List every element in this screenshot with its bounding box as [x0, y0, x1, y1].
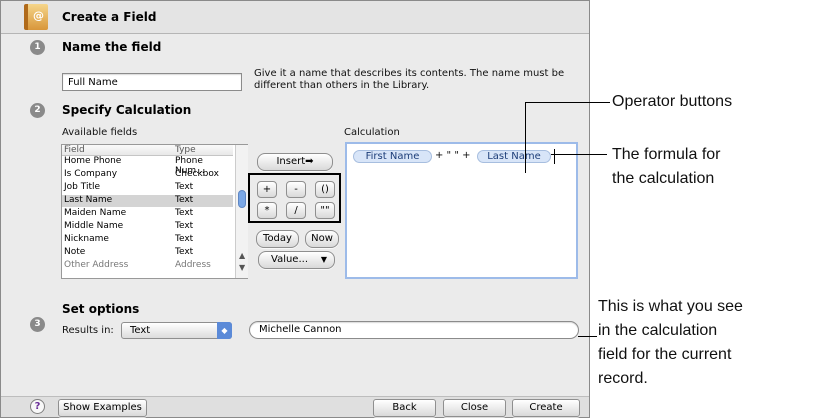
fields-scrollbar[interactable]: ▲ ▼	[235, 145, 248, 278]
type-column-header: Type	[175, 145, 196, 155]
specify-calculation-heading: Specify Calculation	[62, 103, 192, 117]
available-fields-label: Available fields	[62, 127, 138, 138]
field-name-cell: Last Name	[64, 195, 113, 205]
select-arrow-icon: ◆	[217, 322, 232, 339]
field-row-middle-name[interactable]: Middle Name Text	[62, 221, 233, 233]
close-button[interactable]: Close	[443, 399, 506, 417]
field-row-other-address[interactable]: Other Address Address	[62, 260, 233, 272]
field-row-home-phone[interactable]: Home Phone Phone Num...	[62, 156, 233, 176]
field-name-cell: Maiden Name	[64, 208, 127, 218]
field-name-cell: Other Address	[64, 260, 129, 270]
available-fields-list[interactable]: Field Type Home Phone Phone Num... Is Com…	[61, 144, 248, 279]
results-type-select[interactable]: Text ◆	[121, 322, 232, 339]
scroll-up-icon[interactable]: ▲	[239, 251, 245, 260]
field-type-cell: Text	[175, 195, 194, 205]
field-row-last-name[interactable]: Last Name Text	[62, 195, 233, 207]
create-button[interactable]: Create	[512, 399, 580, 417]
field-row-note[interactable]: Note Text	[62, 247, 233, 259]
operators-leader-line	[525, 102, 610, 103]
result-callout-line-1: This is what you see	[598, 298, 743, 315]
formula-callout-line-1: The formula for	[612, 146, 721, 163]
dialog-titlebar: @ Create a Field	[1, 1, 589, 34]
results-type-value: Text	[130, 325, 151, 336]
help-icon[interactable]: ?	[30, 399, 45, 414]
result-callout-line-4: record.	[598, 370, 648, 387]
field-type-cell: Text	[175, 221, 194, 231]
scroll-down-icon[interactable]: ▼	[239, 263, 245, 272]
operator-buttons-highlight	[248, 173, 341, 223]
today-button[interactable]: Today	[256, 230, 299, 248]
first-name-token[interactable]: First Name	[353, 150, 432, 163]
results-in-label: Results in:	[62, 325, 114, 336]
scroll-thumb[interactable]	[238, 190, 246, 208]
field-type-cell: Text	[175, 234, 194, 244]
set-options-heading: Set options	[62, 302, 140, 316]
now-button[interactable]: Now	[305, 230, 339, 248]
back-button[interactable]: Back	[373, 399, 436, 417]
field-type-cell: Checkbox	[175, 169, 219, 179]
field-row-maiden-name[interactable]: Maiden Name Text	[62, 208, 233, 220]
field-name-cell: Is Company	[64, 169, 118, 179]
field-name-cell: Home Phone	[64, 156, 122, 166]
step-2-badge: 2	[30, 103, 45, 118]
formula-callout-line-2: the calculation	[612, 170, 715, 187]
name-field-heading: Name the field	[62, 40, 162, 54]
field-row-is-company[interactable]: Is Company Checkbox	[62, 169, 233, 181]
calculation-editor[interactable]: First Name + " " + Last Name	[345, 142, 578, 279]
field-type-cell: Text	[175, 247, 194, 257]
field-row-nickname[interactable]: Nickname Text	[62, 234, 233, 246]
insert-button[interactable]: Insert➡	[257, 153, 333, 171]
fields-list-header: Field Type	[62, 145, 233, 156]
formula-leader-line	[551, 154, 607, 155]
chevron-down-icon: ▼	[320, 255, 327, 264]
result-callout-line-3: field for the current	[598, 346, 732, 363]
address-book-icon: @	[24, 4, 48, 30]
show-examples-button[interactable]: Show Examples	[58, 399, 147, 417]
calculation-label: Calculation	[344, 127, 400, 138]
calculation-result-preview: Michelle Cannon	[249, 321, 579, 339]
text-cursor	[554, 149, 555, 164]
field-column-header: Field	[64, 145, 85, 155]
operators-callout: Operator buttons	[612, 93, 733, 110]
field-type-cell: Address	[175, 260, 211, 270]
dialog-title: Create a Field	[62, 10, 157, 24]
formula-separator: + " " +	[435, 150, 471, 161]
value-popup-label: Value...	[271, 254, 308, 265]
field-name-cell: Middle Name	[64, 221, 124, 231]
result-callout-line-2: in the calculation	[598, 322, 718, 339]
name-hint: Give it a name that describes its conten…	[254, 68, 565, 91]
field-name-cell: Note	[64, 247, 86, 257]
field-name-cell: Nickname	[64, 234, 109, 244]
step-1-badge: 1	[30, 40, 45, 55]
last-name-token[interactable]: Last Name	[477, 150, 551, 163]
field-name-cell: Job Title	[64, 182, 101, 192]
operators-leader-line-vertical	[525, 102, 526, 173]
field-row-job-title[interactable]: Job Title Text	[62, 182, 233, 194]
step-3-badge: 3	[30, 317, 45, 332]
result-leader-line	[578, 336, 597, 337]
create-field-dialog: @ Create a Field 1 Name the field Full N…	[0, 0, 590, 418]
field-type-cell: Text	[175, 182, 194, 192]
field-name-input[interactable]: Full Name	[62, 73, 242, 91]
value-popup-button[interactable]: Value... ▼	[258, 251, 335, 269]
field-type-cell: Text	[175, 208, 194, 218]
